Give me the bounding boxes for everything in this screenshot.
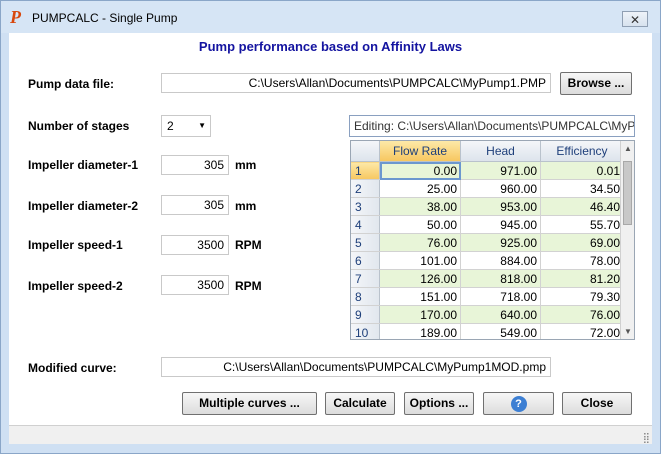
speed-1-unit: RPM	[235, 238, 262, 252]
efficiency-cell[interactable]: 34.50	[540, 179, 624, 198]
modified-curve-label: Modified curve:	[28, 361, 117, 375]
help-icon: ?	[510, 396, 527, 412]
table-row[interactable]: 7 126.00 818.00 81.20	[351, 269, 624, 288]
flow-rate-cell[interactable]: 170.00	[379, 305, 461, 324]
efficiency-cell[interactable]: 72.00	[540, 323, 624, 339]
head-cell[interactable]: 549.00	[460, 323, 541, 339]
impeller-speed-1-input[interactable]: 3500	[161, 235, 229, 255]
head-cell[interactable]: 925.00	[460, 233, 541, 252]
diameter-2-unit: mm	[235, 199, 257, 213]
row-header[interactable]: 1	[351, 161, 380, 180]
column-header-flow-rate[interactable]: Flow Rate	[379, 141, 461, 162]
table-row[interactable]: 9 170.00 640.00 76.00	[351, 305, 624, 324]
impeller-diameter-1-input[interactable]: 305	[161, 155, 229, 175]
pumpcalc-app-icon: P	[10, 7, 21, 27]
flow-rate-cell[interactable]: 76.00	[379, 233, 461, 252]
title-bar[interactable]: P PUMPCALC - Single Pump ✕	[1, 1, 660, 33]
row-header[interactable]: 6	[351, 251, 380, 270]
editing-path-field: Editing: C:\Users\Allan\Documents\PUMPCA…	[349, 115, 635, 137]
window-close-button[interactable]: ✕	[622, 11, 648, 27]
diameter-1-unit: mm	[235, 158, 257, 172]
head-cell[interactable]: 945.00	[460, 215, 541, 234]
pump-data-grid[interactable]: Flow Rate Head Efficiency 1 0.00 971.00 0.0…	[350, 140, 635, 340]
help-button[interactable]: ?	[483, 392, 554, 415]
impeller-speed-2-label: Impeller speed-2	[28, 279, 123, 293]
resize-grip-icon[interactable]: ⣿	[643, 433, 650, 444]
scroll-up-icon[interactable]: ▲	[624, 144, 632, 153]
efficiency-cell[interactable]: 79.30	[540, 287, 624, 306]
impeller-diameter-1-label: Impeller diameter-1	[28, 158, 139, 172]
pump-data-file-field[interactable]: C:\Users\Allan\Documents\PUMPCALC\MyPump…	[161, 73, 551, 93]
head-cell[interactable]: 953.00	[460, 197, 541, 216]
head-cell[interactable]: 971.00	[460, 161, 541, 180]
stages-label: Number of stages	[28, 119, 130, 133]
flow-rate-cell[interactable]: 25.00	[379, 179, 461, 198]
head-cell[interactable]: 718.00	[460, 287, 541, 306]
dialog-body: Pump performance based on Affinity Laws …	[9, 33, 652, 444]
row-header[interactable]: 8	[351, 287, 380, 306]
flow-rate-cell[interactable]: 126.00	[379, 269, 461, 288]
page-title: Pump performance based on Affinity Laws	[198, 39, 463, 54]
app-window: P PUMPCALC - Single Pump ✕ Pump performa…	[0, 0, 661, 454]
head-cell[interactable]: 884.00	[460, 251, 541, 270]
flow-rate-cell[interactable]: 101.00	[379, 251, 461, 270]
row-header[interactable]: 10	[351, 323, 380, 339]
head-cell[interactable]: 818.00	[460, 269, 541, 288]
pump-data-table: Flow Rate Head Efficiency 1 0.00 971.00 0.0…	[351, 141, 624, 339]
speed-2-unit: RPM	[235, 279, 262, 293]
efficiency-cell[interactable]: 81.20	[540, 269, 624, 288]
row-header[interactable]: 3	[351, 197, 380, 216]
head-cell[interactable]: 960.00	[460, 179, 541, 198]
options-button[interactable]: Options ...	[404, 392, 474, 415]
scrollbar-thumb[interactable]	[623, 161, 632, 225]
impeller-diameter-2-input[interactable]: 305	[161, 195, 229, 215]
efficiency-cell[interactable]: 69.00	[540, 233, 624, 252]
browse-button[interactable]: Browse ...	[560, 72, 632, 95]
flow-rate-cell[interactable]: 50.00	[379, 215, 461, 234]
chevron-down-icon[interactable]: ▼	[198, 116, 206, 136]
window-title: PUMPCALC - Single Pump	[32, 11, 178, 25]
row-header[interactable]: 5	[351, 233, 380, 252]
head-cell[interactable]: 640.00	[460, 305, 541, 324]
grid-corner[interactable]	[351, 141, 380, 162]
status-bar: ⣿	[9, 425, 652, 444]
stages-dropdown[interactable]: 2 ▼	[161, 115, 211, 137]
flow-rate-cell[interactable]: 151.00	[379, 287, 461, 306]
calculate-button[interactable]: Calculate	[325, 392, 395, 415]
efficiency-cell[interactable]: 0.01	[540, 161, 624, 180]
row-header[interactable]: 2	[351, 179, 380, 198]
column-header-efficiency[interactable]: Efficiency	[540, 141, 624, 162]
scroll-down-icon[interactable]: ▼	[624, 327, 632, 336]
efficiency-cell[interactable]: 46.40	[540, 197, 624, 216]
table-row[interactable]: 4 50.00 945.00 55.70	[351, 215, 624, 234]
close-button[interactable]: Close	[562, 392, 632, 415]
table-row[interactable]: 6 101.00 884.00 78.00	[351, 251, 624, 270]
impeller-speed-2-input[interactable]: 3500	[161, 275, 229, 295]
impeller-diameter-2-label: Impeller diameter-2	[28, 199, 139, 213]
modified-curve-field[interactable]: C:\Users\Allan\Documents\PUMPCALC\MyPump…	[161, 357, 551, 377]
table-row[interactable]: 10 189.00 549.00 72.00	[351, 323, 624, 339]
table-row[interactable]: 8 151.00 718.00 79.30	[351, 287, 624, 306]
stages-value: 2	[167, 119, 174, 133]
flow-rate-cell[interactable]: 189.00	[379, 323, 461, 339]
flow-rate-cell[interactable]: 0.00	[379, 161, 461, 180]
column-header-head[interactable]: Head	[460, 141, 541, 162]
efficiency-cell[interactable]: 76.00	[540, 305, 624, 324]
flow-rate-cell[interactable]: 38.00	[379, 197, 461, 216]
table-row[interactable]: 2 25.00 960.00 34.50	[351, 179, 624, 198]
row-header[interactable]: 9	[351, 305, 380, 324]
table-row[interactable]: 1 0.00 971.00 0.01	[351, 161, 624, 180]
efficiency-cell[interactable]: 78.00	[540, 251, 624, 270]
impeller-speed-1-label: Impeller speed-1	[28, 238, 123, 252]
table-row[interactable]: 3 38.00 953.00 46.40	[351, 197, 624, 216]
efficiency-cell[interactable]: 55.70	[540, 215, 624, 234]
row-header[interactable]: 7	[351, 269, 380, 288]
pump-data-file-label: Pump data file:	[28, 77, 115, 91]
multiple-curves-button[interactable]: Multiple curves ...	[182, 392, 317, 415]
grid-scrollbar[interactable]: ▲ ▼	[620, 141, 634, 339]
row-header[interactable]: 4	[351, 215, 380, 234]
table-row[interactable]: 5 76.00 925.00 69.00	[351, 233, 624, 252]
